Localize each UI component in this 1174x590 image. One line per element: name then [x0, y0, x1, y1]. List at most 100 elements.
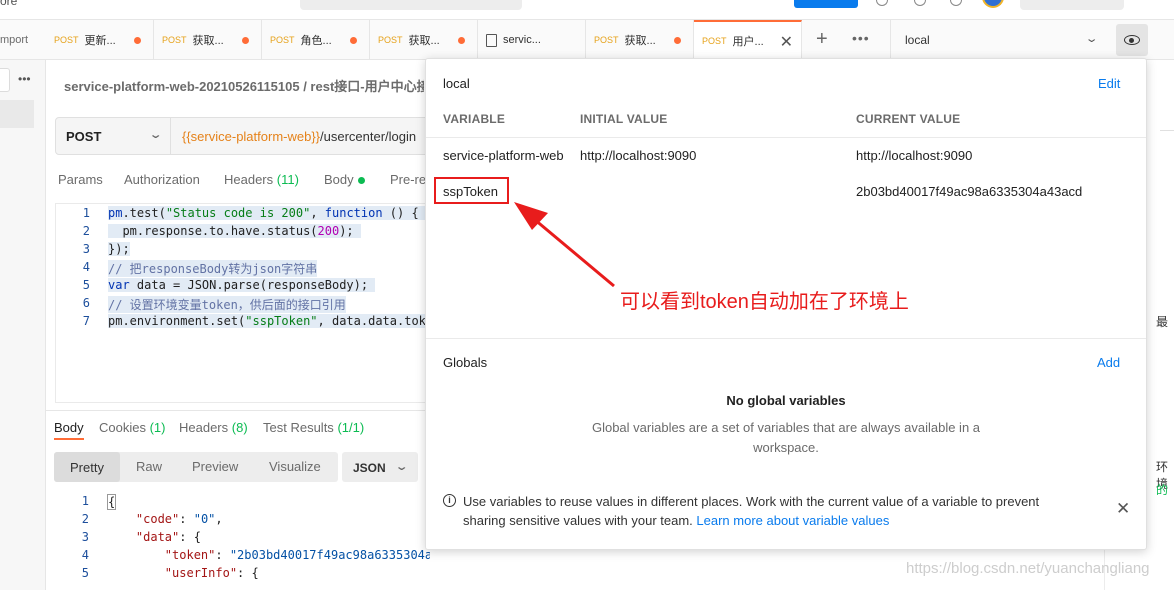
tab-response-headers[interactable]: Headers (8): [179, 420, 248, 435]
tab-title: 用户...: [732, 36, 764, 48]
title-strip: ore: [0, 0, 1174, 20]
tab-body[interactable]: Body: [324, 172, 365, 187]
code-text: pm.response.to.have.status(200);: [108, 224, 361, 238]
json-line: 2 "code": "0",: [55, 512, 430, 530]
body-status-dot-icon: [357, 177, 365, 185]
chevron-down-icon: ⌄: [394, 461, 409, 473]
request-tab[interactable]: POST 获取...: [370, 20, 478, 60]
tab-test-results[interactable]: Test Results (1/1): [263, 420, 364, 435]
tab-cookies-label: Cookies: [99, 420, 146, 435]
annotation-text: 可以看到token自动加在了环境上: [620, 291, 909, 313]
request-tab[interactable]: POST 更新...: [46, 20, 154, 60]
edit-environment-link[interactable]: Edit: [1098, 76, 1120, 91]
code-text: });: [108, 242, 130, 256]
tab-params[interactable]: Params: [58, 172, 103, 187]
info-banner: i Use variables to reuse values in diffe…: [443, 492, 1083, 530]
tab-cookies-count: (1): [149, 420, 166, 435]
request-tab-bar: mport POST 更新... POST 获取... POST 角色... P…: [0, 20, 1174, 60]
column-header-initial: INITIAL VALUE: [580, 112, 668, 126]
pane-divider[interactable]: [46, 410, 430, 411]
test-script-editor[interactable]: 1 pm.test("Status code is 200", function …: [55, 203, 430, 403]
tab-authorization[interactable]: Authorization: [124, 172, 200, 187]
request-tab[interactable]: servic...: [478, 20, 586, 60]
json-text: {: [107, 494, 117, 510]
tab-response-headers-label: Headers: [179, 420, 229, 435]
request-tab-active[interactable]: POST 用户... ✕: [694, 20, 802, 60]
response-body-viewer[interactable]: 1{ 2 "code": "0", 3 "data": { 4 "token":…: [55, 494, 430, 590]
tab-title: servic...: [503, 34, 541, 46]
sidebar-selected-item[interactable]: [0, 100, 34, 128]
right-panel-separator: [1160, 130, 1174, 131]
format-preview[interactable]: Preview: [192, 459, 238, 474]
sidebar: •••: [0, 60, 46, 590]
unsaved-dot-icon: [242, 37, 249, 44]
request-tab[interactable]: POST 角色...: [262, 20, 370, 60]
format-raw[interactable]: Raw: [136, 459, 162, 474]
bell-icon[interactable]: [950, 0, 962, 6]
line-number: 1: [82, 206, 90, 220]
tab-title: 获取...: [192, 35, 224, 47]
highlight-box: [434, 177, 509, 204]
avatar[interactable]: [982, 0, 1004, 8]
environment-quick-look-button[interactable]: [1116, 24, 1148, 56]
request-tab[interactable]: POST 获取...: [586, 20, 694, 60]
url-input[interactable]: {{service-platform-web}}/usercenter/logi…: [182, 129, 416, 144]
global-search-input[interactable]: [300, 0, 522, 10]
close-banner-icon[interactable]: ✕: [1116, 499, 1130, 519]
unsaved-dot-icon: [350, 37, 357, 44]
code-comment: // 设置环境变量token，供后面的接口引用: [108, 296, 346, 313]
request-tab[interactable]: POST 获取...: [154, 20, 262, 60]
code-text: pm.environment.set("sspToken", data.data…: [108, 314, 429, 328]
language-value: JSON: [353, 461, 386, 475]
line-number: 2: [82, 224, 90, 238]
add-globals-link[interactable]: Add: [1097, 355, 1120, 370]
method-select[interactable]: POST ⌄: [56, 118, 171, 154]
code-text: var data = JSON.parse(responseBody);: [108, 278, 376, 292]
settings-icon[interactable]: [914, 0, 926, 6]
watermark: https://blog.csdn.net/yuanchangliang: [906, 560, 1150, 577]
variable-initial-value: http://localhost:9090: [580, 148, 697, 163]
format-visualize[interactable]: Visualize: [269, 459, 321, 474]
json-line: 1{: [55, 494, 430, 512]
column-header-variable: VARIABLE: [443, 112, 506, 126]
chevron-down-icon: ⌄: [1084, 33, 1099, 45]
sidebar-filter-input[interactable]: [0, 68, 10, 92]
tab-cookies[interactable]: Cookies (1): [99, 420, 165, 435]
right-panel-text: 最: [1156, 315, 1169, 329]
close-tab-icon[interactable]: ✕: [780, 32, 793, 52]
tab-headers[interactable]: Headers (11): [224, 172, 299, 187]
environment-selector[interactable]: local ⌄: [890, 20, 1112, 60]
upgrade-button[interactable]: [794, 0, 858, 8]
line-number: 4: [82, 260, 90, 274]
code-text: pm.test("Status code is 200", function (…: [108, 206, 426, 220]
globals-title: Globals: [443, 355, 488, 370]
tab-response-headers-count: (8): [231, 420, 248, 435]
json-line: 3 "data": {: [55, 530, 430, 548]
tab-response-body[interactable]: Body: [54, 420, 84, 435]
header-separator: [426, 137, 1146, 138]
url-variable: {{service-platform-web}}: [182, 129, 321, 144]
new-tab-button[interactable]: +: [816, 28, 828, 51]
import-button[interactable]: mport: [0, 34, 28, 46]
tab-prerequest[interactable]: Pre-re: [390, 172, 426, 187]
format-pretty[interactable]: Pretty: [54, 452, 120, 482]
sync-icon[interactable]: [876, 0, 888, 6]
line-number: 1: [81, 494, 89, 508]
json-text: "data": {: [135, 530, 201, 544]
language-select[interactable]: JSON ⌄: [342, 452, 418, 482]
unsaved-dot-icon: [134, 37, 141, 44]
plan-button[interactable]: [1020, 0, 1124, 10]
code-line: 1 pm.test("Status code is 200", function …: [56, 206, 429, 224]
line-number: 5: [82, 278, 90, 292]
learn-more-link[interactable]: Learn more about variable values: [696, 513, 889, 528]
method-label: POST: [162, 35, 187, 45]
line-number: 3: [82, 242, 90, 256]
tab-more-button[interactable]: •••: [852, 30, 870, 46]
breadcrumb: service-platform-web-20210526115105 / re…: [64, 79, 424, 94]
response-tabs: Body Cookies (1) Headers (8) Test Result…: [54, 420, 430, 438]
line-number: 4: [81, 548, 89, 562]
code-line: 3});: [56, 242, 429, 260]
json-text: "userInfo": {: [164, 566, 259, 580]
tab-body-label: Body: [324, 172, 354, 187]
sidebar-more-button[interactable]: •••: [18, 72, 31, 86]
